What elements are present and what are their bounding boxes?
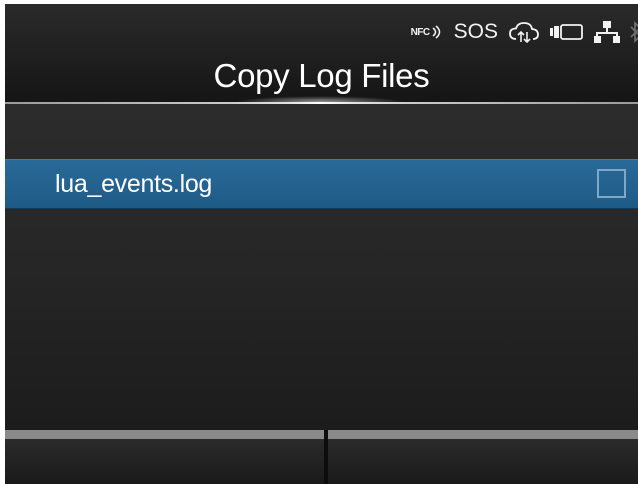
battery-icon bbox=[550, 24, 583, 40]
header: NFC SOS Copy Log Files bbox=[5, 4, 638, 102]
left-softkey-button[interactable] bbox=[5, 430, 324, 484]
cloud-sync-icon bbox=[509, 22, 539, 44]
sos-indicator: SOS bbox=[453, 20, 498, 43]
list-item-lua-events-log[interactable]: lua_events.log bbox=[5, 159, 638, 209]
list-item-label: lua_events.log bbox=[55, 170, 213, 198]
file-list: lua_events.log bbox=[5, 104, 638, 430]
softkey-bar bbox=[5, 430, 638, 484]
file-checkbox[interactable] bbox=[597, 169, 626, 198]
network-icon bbox=[594, 21, 620, 43]
right-softkey-button[interactable] bbox=[328, 430, 638, 484]
nfc-icon bbox=[432, 25, 440, 39]
nfc-label: NFC bbox=[410, 26, 431, 38]
bluetooth-icon bbox=[630, 21, 638, 43]
nfc-indicator: NFC bbox=[411, 24, 444, 40]
page-title: Copy Log Files bbox=[213, 57, 430, 94]
status-bar: NFC SOS bbox=[411, 18, 638, 46]
printer-screen: NFC SOS Copy Log Files lua_events.log bbox=[5, 4, 638, 484]
